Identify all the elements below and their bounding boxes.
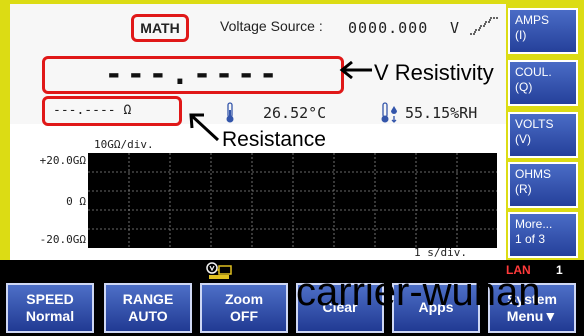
v-resistivity-annotation: V Resistivity	[374, 60, 494, 85]
y-axis-bottom-label: -20.0GΩ	[39, 233, 86, 246]
volts-key: (V)	[515, 132, 531, 146]
x-axis-scale-label: 1 s/div.	[414, 246, 467, 259]
main-reading: ---.----	[104, 57, 282, 92]
humidity-icon	[381, 102, 397, 123]
more-label: More...	[515, 217, 553, 231]
amps-button[interactable]: AMPS (I)	[508, 8, 578, 54]
speed-label: SPEED	[26, 291, 74, 307]
range-value: AUTO	[128, 308, 168, 324]
range-label: RANGE	[122, 291, 174, 307]
amps-key: (I)	[515, 28, 527, 42]
temperature-reading: 26.52°C	[263, 104, 327, 122]
speed-softkey[interactable]: SPEED Normal	[6, 283, 94, 333]
arrow-up-left-icon	[189, 113, 220, 142]
side-menu: AMPS (I) COUL. (Q) VOLTS (V) OHMS (R) Mo…	[508, 4, 584, 260]
ohms-button[interactable]: OHMS (R)	[508, 162, 578, 208]
zoom-softkey[interactable]: Zoom OFF	[200, 283, 288, 333]
resistance-reading-box: ---.---- Ω	[42, 96, 182, 126]
y-axis-mid-label: 0 Ω	[66, 195, 86, 208]
arrow-left-icon	[339, 60, 372, 80]
ohms-key: (R)	[515, 182, 532, 196]
trend-graph	[88, 153, 497, 248]
main-reading-box: ---.----	[42, 56, 344, 94]
amps-label: AMPS	[515, 13, 550, 27]
coulombs-button[interactable]: COUL. (Q)	[508, 60, 578, 106]
y-axis-top-label: +20.0GΩ	[39, 154, 86, 167]
watermark-text: carrier-wuhan	[296, 270, 541, 314]
ohms-label: OHMS	[515, 167, 551, 181]
volts-label: VOLTS	[515, 117, 554, 131]
range-softkey[interactable]: RANGE AUTO	[104, 283, 192, 333]
math-indicator: MATH	[131, 14, 189, 42]
coulombs-key: (Q)	[515, 80, 533, 94]
coulombs-label: COUL.	[515, 65, 552, 79]
more-key: 1 of 3	[515, 232, 546, 246]
volts-button[interactable]: VOLTS (V)	[508, 112, 578, 158]
thermometer-icon	[226, 102, 234, 123]
humidity-reading: 55.15%RH	[405, 104, 478, 122]
speed-value: Normal	[25, 308, 75, 324]
staircase-sweep-icon	[470, 17, 498, 35]
zoom-value: OFF	[230, 308, 258, 324]
voltage-source-label: Voltage Source :	[220, 18, 323, 34]
resistance-reading: ---.---- Ω	[53, 103, 132, 118]
usb-drive-icon	[206, 262, 232, 279]
more-button[interactable]: More... 1 of 3	[508, 212, 578, 258]
lan-count: 1	[556, 263, 563, 277]
resistance-annotation: Resistance	[222, 128, 326, 151]
voltage-source-value: 0000.000	[348, 19, 429, 37]
zoom-label: Zoom	[224, 291, 264, 307]
voltage-source-unit: V	[450, 19, 460, 37]
graph-scale-label: 10GΩ/div.	[94, 138, 154, 151]
